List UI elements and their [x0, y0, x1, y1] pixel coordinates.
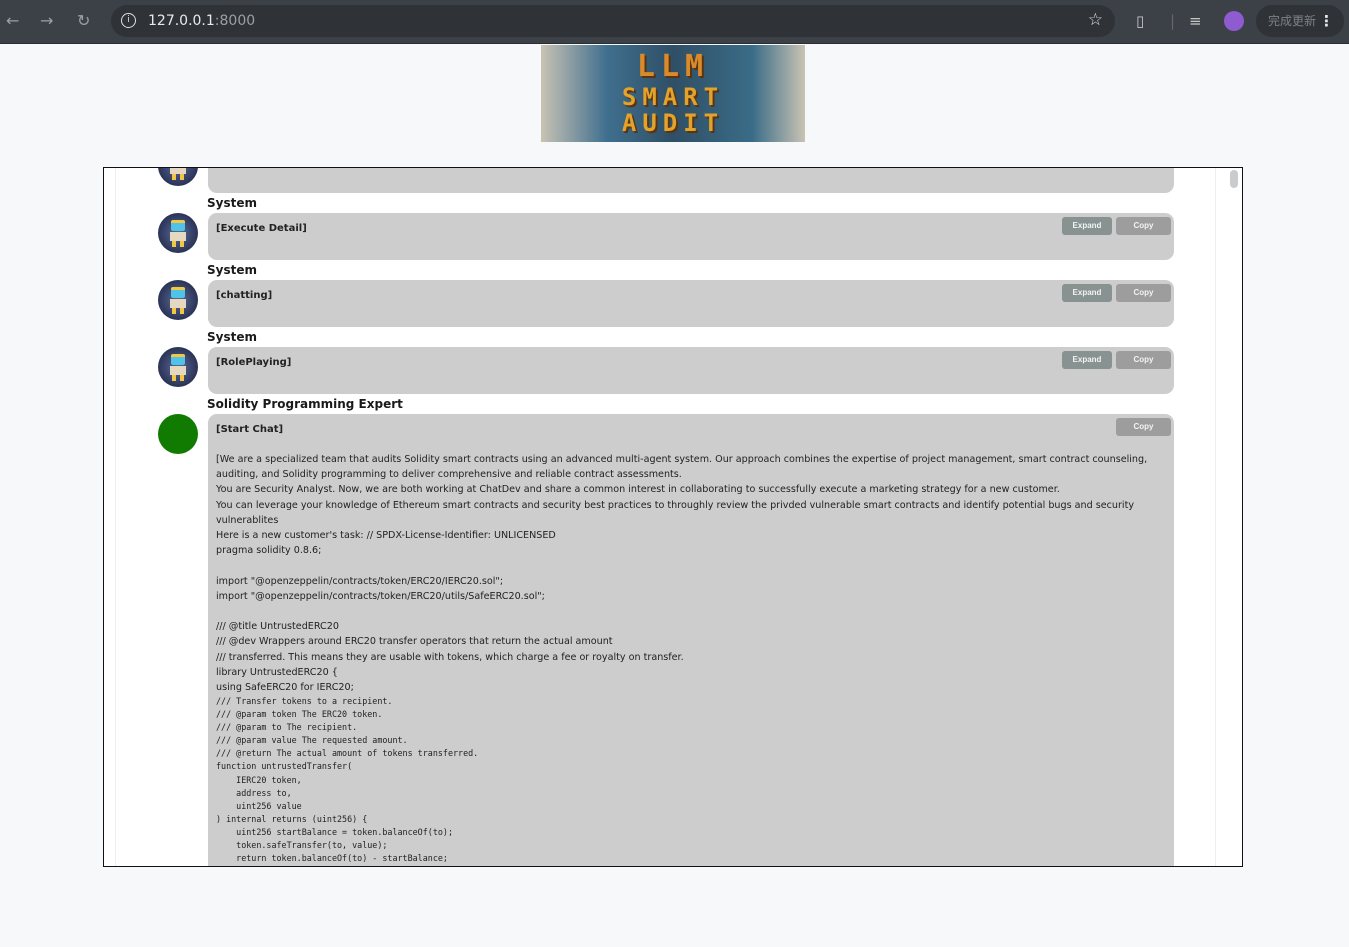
copy-button[interactable]: Copy: [1116, 351, 1171, 369]
sender-name: System: [207, 330, 257, 344]
message-bubble: [208, 168, 1174, 193]
browser-toolbar: ← → ↻ i 127.0.0.1:8000 ☆ ▯ | ≡ 完成更新 ⋮: [0, 0, 1349, 44]
system-avatar: [158, 213, 198, 253]
url-text: 127.0.0.1:8000: [148, 13, 256, 29]
sender-name: System: [207, 263, 257, 277]
message-bubble: [Start Chat] Copy [We are a specialized …: [208, 414, 1174, 866]
message-bubble: [chatting] Expand Copy: [208, 280, 1174, 327]
copy-button[interactable]: Copy: [1116, 418, 1171, 436]
toolbar-divider: |: [1170, 12, 1176, 30]
message-code: /// Transfer tokens to a recipient. /// …: [216, 696, 479, 864]
message-text: [We are a specialized team that audits S…: [216, 454, 1148, 694]
address-bar[interactable]: i 127.0.0.1:8000 ☆: [111, 5, 1115, 37]
message-title: [chatting]: [216, 290, 273, 301]
message-title: [RolePlaying]: [216, 357, 292, 368]
scrollbar-thumb[interactable]: [1230, 170, 1238, 188]
copy-button[interactable]: Copy: [1116, 217, 1171, 235]
bookmark-star-icon[interactable]: ☆: [1088, 10, 1103, 30]
back-icon[interactable]: ←: [6, 11, 19, 30]
chat-container: System [Execute Detail] Expand Copy Syst…: [115, 168, 1216, 866]
message-title: [Execute Detail]: [216, 223, 307, 234]
expand-button[interactable]: Expand: [1062, 217, 1112, 235]
chat-frame[interactable]: System [Execute Detail] Expand Copy Syst…: [103, 167, 1243, 867]
expand-button[interactable]: Expand: [1062, 284, 1112, 302]
media-queue-icon[interactable]: ≡: [1189, 12, 1202, 30]
sender-name: Solidity Programming Expert: [207, 397, 403, 411]
profile-avatar[interactable]: [1224, 11, 1244, 31]
message-bubble: [Execute Detail] Expand Copy: [208, 213, 1174, 260]
message-bubble: [RolePlaying] Expand Copy: [208, 347, 1174, 394]
update-button[interactable]: 完成更新 ⋮: [1256, 5, 1344, 37]
copy-button[interactable]: Copy: [1116, 284, 1171, 302]
sender-name: System: [207, 196, 257, 210]
extensions-icon[interactable]: ▯: [1136, 12, 1144, 30]
expand-button[interactable]: Expand: [1062, 351, 1112, 369]
forward-icon[interactable]: →: [40, 11, 53, 30]
reload-icon[interactable]: ↻: [77, 11, 90, 30]
system-avatar: [158, 280, 198, 320]
site-info-icon[interactable]: i: [121, 13, 136, 28]
message-title: [Start Chat]: [216, 424, 284, 435]
llm-smart-audit-logo: LLM SMART AUDIT: [541, 45, 805, 142]
expert-avatar: [158, 414, 198, 454]
system-avatar: [158, 168, 198, 186]
more-menu-icon: ⋮: [1319, 12, 1334, 30]
system-avatar: [158, 347, 198, 387]
